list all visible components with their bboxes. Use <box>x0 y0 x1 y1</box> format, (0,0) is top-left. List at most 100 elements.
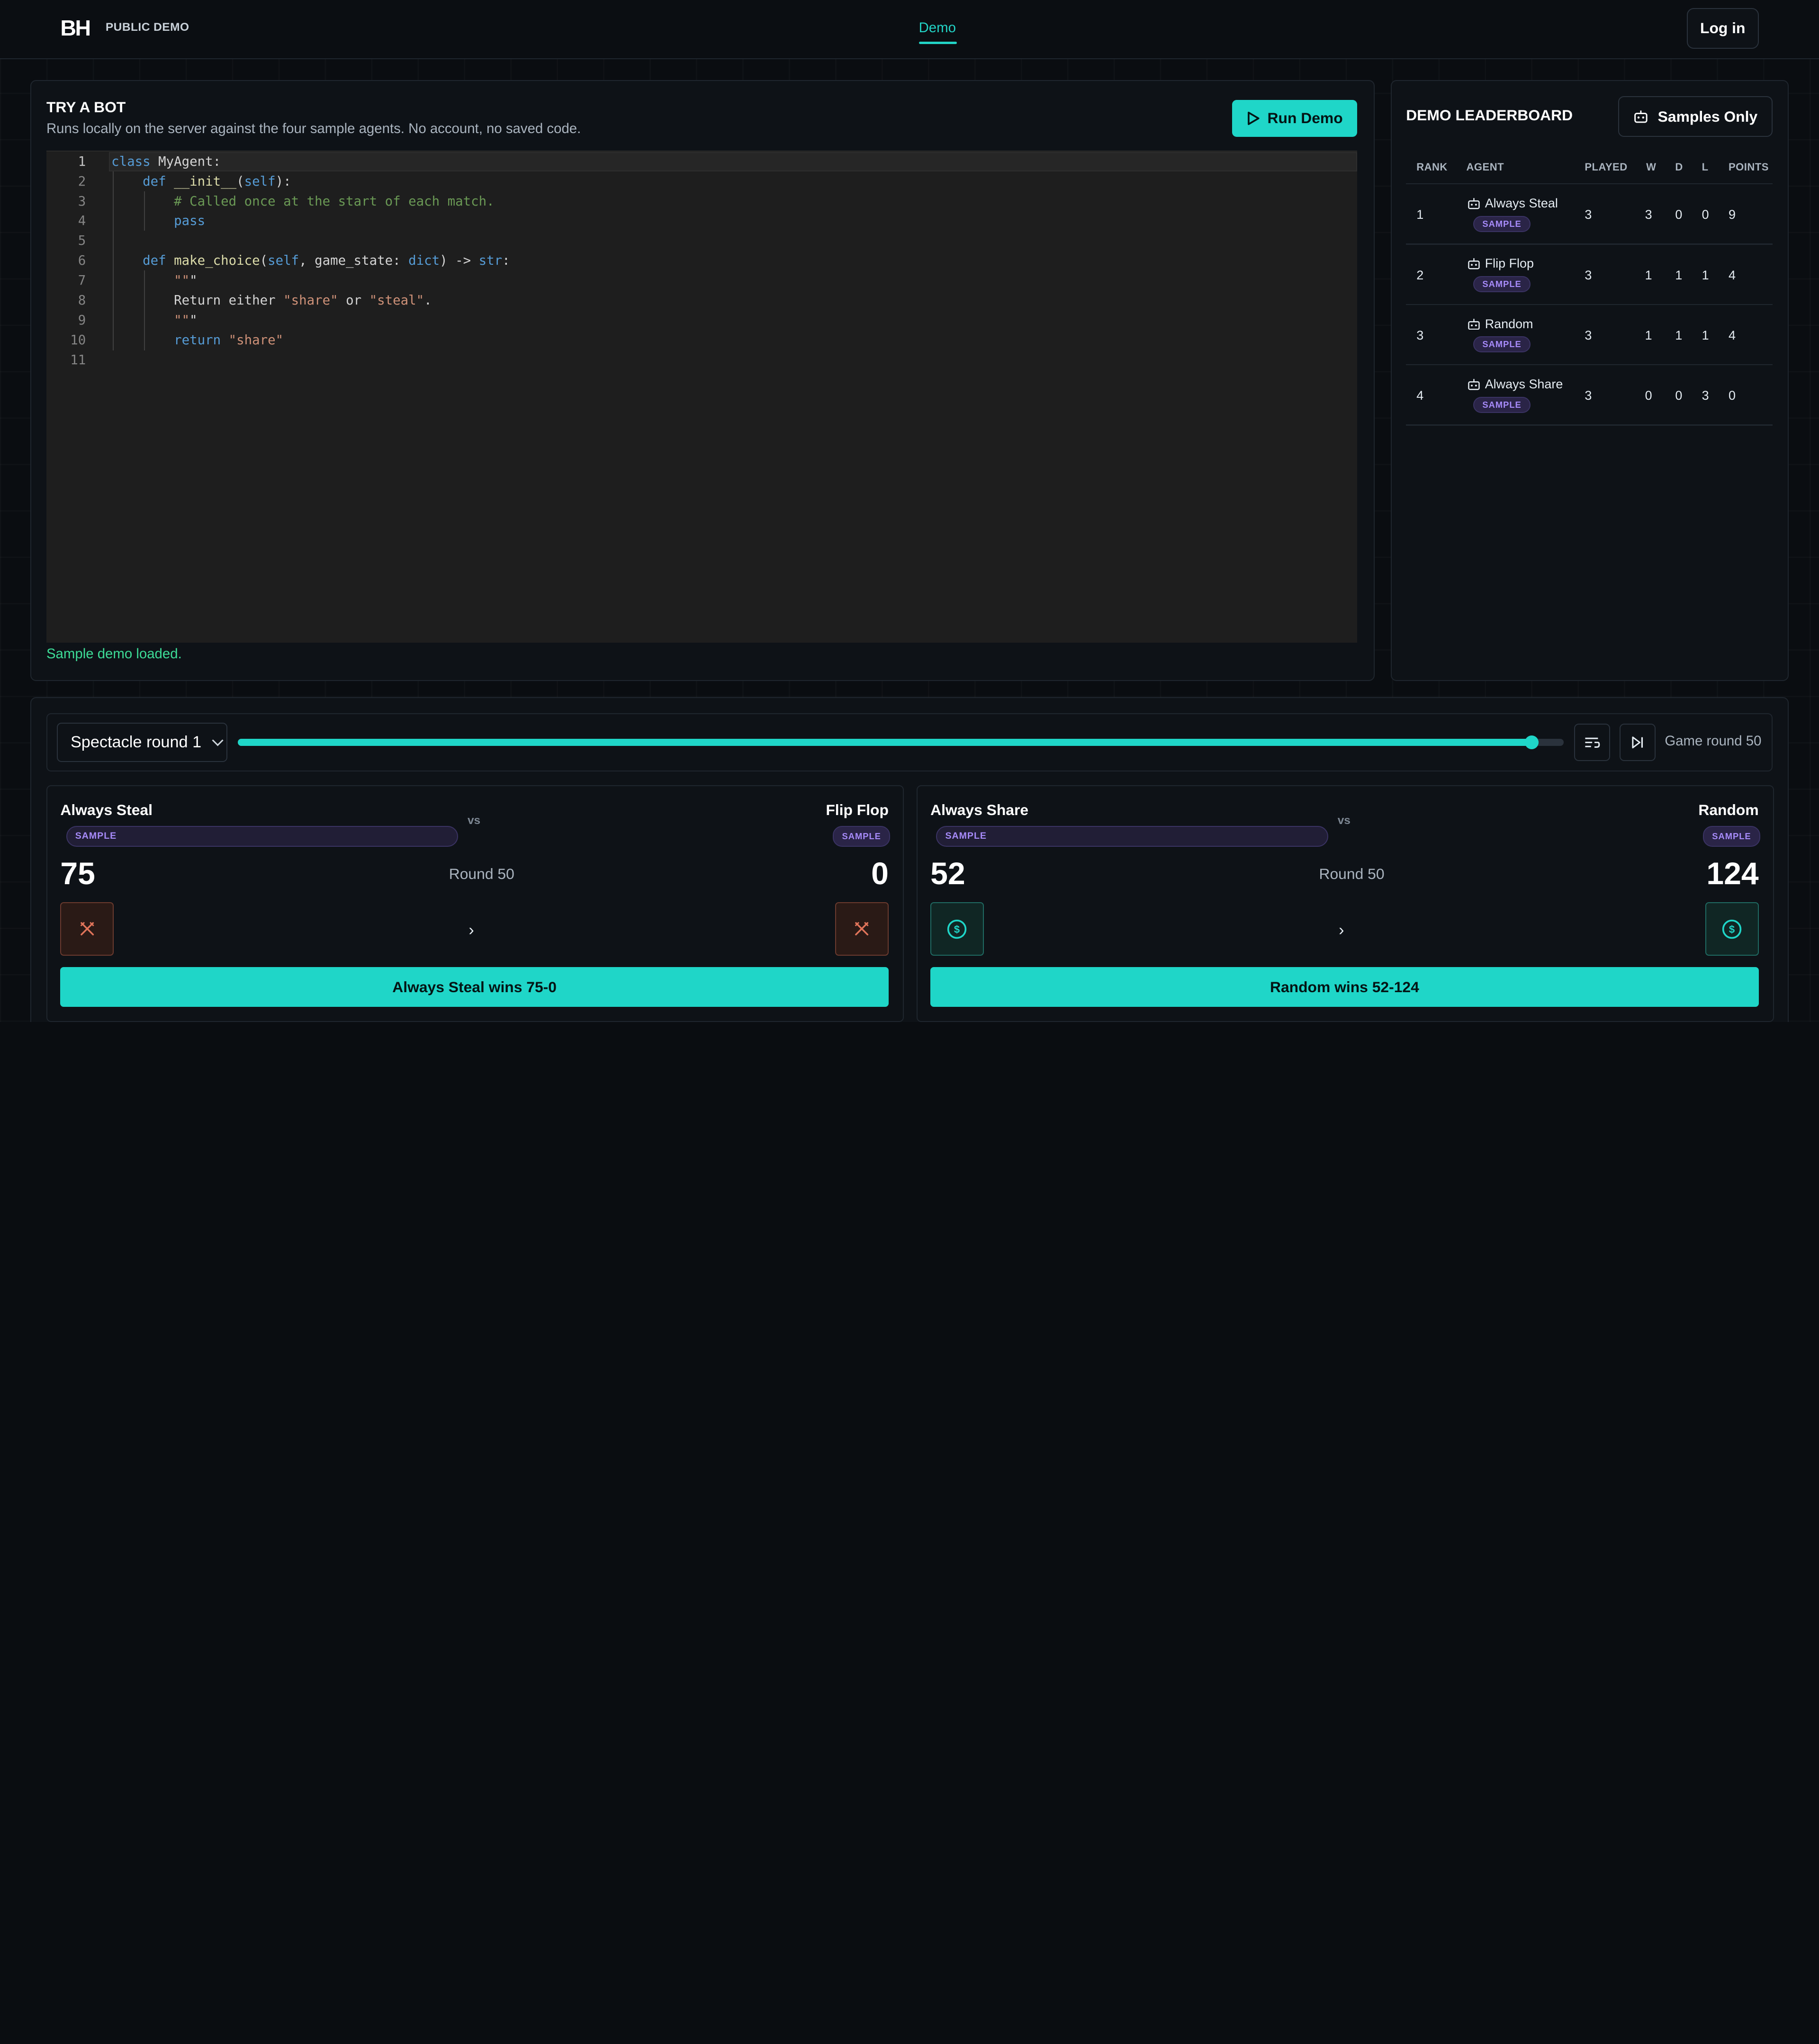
round-select[interactable]: Spectacle round 1 <box>57 722 227 762</box>
coin-icon: $ <box>947 919 967 939</box>
agent-name[interactable]: Flip Flop <box>1468 256 1534 271</box>
indent-guide <box>144 270 145 350</box>
code-line[interactable]: pass <box>111 211 205 231</box>
line-number: 1 <box>78 154 86 169</box>
wins-cell: 0 <box>1645 388 1652 403</box>
points-cell: 4 <box>1729 268 1736 282</box>
current-line-highlight <box>109 152 1358 172</box>
right-score: 0 <box>871 856 889 892</box>
draws-cell: 0 <box>1675 207 1683 222</box>
coin-icon: $ <box>1722 919 1742 939</box>
agent-name-label: Always Steal <box>1485 196 1558 210</box>
code-line[interactable]: def __init__(self): <box>111 172 291 192</box>
code-line[interactable]: class MyAgent: <box>111 152 221 172</box>
logo[interactable]: BH <box>60 15 91 41</box>
sample-badge: SAMPLE <box>833 825 891 847</box>
played-cell: 3 <box>1585 328 1592 343</box>
next-arrow-icon[interactable]: › <box>468 921 474 940</box>
vs-label: vs <box>1337 814 1351 827</box>
right-move <box>835 902 889 956</box>
column-header-points[interactable]: POINTS <box>1729 161 1769 173</box>
result-banner: Random wins 52-124 <box>930 967 1759 1007</box>
result-banner: Always Steal wins 75-0 <box>60 967 889 1007</box>
line-number: 8 <box>78 293 86 308</box>
robot-icon <box>1468 319 1480 330</box>
losses-cell: 3 <box>1702 388 1709 403</box>
wins-cell: 1 <box>1645 328 1652 343</box>
draws-cell: 1 <box>1675 268 1683 282</box>
agent-name[interactable]: Random <box>1468 317 1533 332</box>
code-line[interactable]: return "share" <box>111 331 283 350</box>
round-label: Round 50 <box>1319 865 1385 882</box>
line-number: 9 <box>78 313 86 328</box>
draws-cell: 0 <box>1675 388 1683 403</box>
round-label: Round 50 <box>449 865 514 882</box>
round-slider-thumb[interactable] <box>1524 735 1539 750</box>
code-line[interactable]: """ <box>111 271 198 291</box>
login-button[interactable]: Log in <box>1686 8 1759 49</box>
line-number: 11 <box>70 352 86 368</box>
left-player-name: Always Steal <box>60 801 153 819</box>
left-score: 52 <box>930 856 965 892</box>
play-icon <box>1248 111 1260 125</box>
losses-cell: 1 <box>1702 268 1709 282</box>
try-bot-title: TRY A BOT <box>46 99 126 116</box>
sample-badge: SAMPLE <box>1473 276 1531 293</box>
points-cell: 0 <box>1729 388 1736 403</box>
sample-badge: SAMPLE <box>1473 396 1531 413</box>
rank-cell: 2 <box>1416 268 1424 282</box>
vs-label: vs <box>467 814 481 827</box>
draws-cell: 1 <box>1675 328 1683 343</box>
played-cell: 3 <box>1585 268 1592 282</box>
left-score: 75 <box>60 856 95 892</box>
run-demo-button[interactable]: Run Demo <box>1232 99 1358 137</box>
line-number: 3 <box>78 194 86 209</box>
queue-button[interactable] <box>1574 724 1611 761</box>
nav-demo-link[interactable]: Demo <box>919 20 956 36</box>
table-divider <box>1406 424 1773 426</box>
samples-only-button[interactable]: Samples Only <box>1618 96 1773 137</box>
line-number: 10 <box>70 332 86 348</box>
code-editor[interactable] <box>46 151 1358 643</box>
line-number: 4 <box>78 214 86 229</box>
round-select-value: Spectacle round 1 <box>70 733 202 751</box>
try-bot-subtitle: Runs locally on the server against the f… <box>46 120 581 136</box>
right-move: $ <box>1705 902 1759 956</box>
column-header-l[interactable]: L <box>1702 161 1709 173</box>
agent-name[interactable]: Always Steal <box>1468 196 1558 211</box>
list-icon <box>1585 737 1600 748</box>
losses-cell: 0 <box>1702 207 1709 222</box>
right-player-name: Random <box>1698 801 1759 819</box>
code-line[interactable]: """ <box>111 311 198 331</box>
code-line[interactable]: # Called once at the start of each match… <box>111 192 495 212</box>
run-demo-label: Run Demo <box>1267 109 1343 127</box>
skip-forward-button[interactable] <box>1619 724 1656 761</box>
right-player-name: Flip Flop <box>826 801 889 819</box>
leaderboard-title: DEMO LEADERBOARD <box>1406 107 1573 124</box>
samples-only-label: Samples Only <box>1657 108 1758 125</box>
next-arrow-icon[interactable]: › <box>1339 921 1344 940</box>
played-cell: 3 <box>1585 207 1592 222</box>
rank-cell: 3 <box>1416 328 1424 343</box>
indent-guide <box>144 191 145 231</box>
sample-badge: SAMPLE <box>66 825 459 847</box>
agent-name-label: Flip Flop <box>1485 256 1534 271</box>
left-player-name: Always Share <box>930 801 1029 819</box>
agent-name[interactable]: Always Share <box>1468 377 1563 392</box>
column-header-agent[interactable]: AGENT <box>1467 161 1504 173</box>
code-line[interactable]: def make_choice(self, game_state: dict) … <box>111 251 510 271</box>
line-number: 2 <box>78 174 86 189</box>
column-header-d[interactable]: D <box>1675 161 1683 173</box>
top-bar <box>0 0 1819 59</box>
robot-icon <box>1468 258 1480 269</box>
status-message: Sample demo loaded. <box>46 646 182 662</box>
logo-subtitle: PUBLIC DEMO <box>105 21 189 34</box>
agent-name-label: Random <box>1485 316 1533 331</box>
column-header-played[interactable]: PLAYED <box>1585 161 1627 173</box>
column-header-w[interactable]: W <box>1646 161 1656 173</box>
points-cell: 4 <box>1729 328 1736 343</box>
code-line[interactable]: Return either "share" or "steal". <box>111 291 432 311</box>
sample-badge: SAMPLE <box>1703 825 1760 847</box>
points-cell: 9 <box>1729 207 1736 222</box>
column-header-rank[interactable]: RANK <box>1416 161 1448 173</box>
